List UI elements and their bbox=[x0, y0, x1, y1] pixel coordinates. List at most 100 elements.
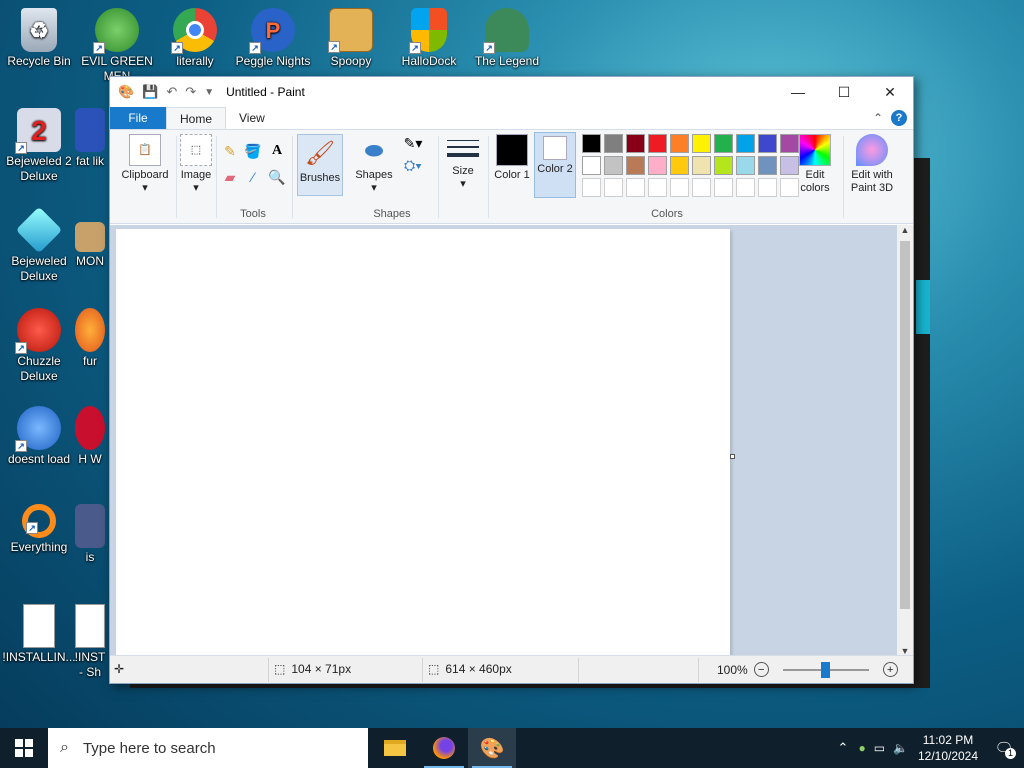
palette-swatch[interactable] bbox=[582, 134, 601, 153]
palette-swatch[interactable] bbox=[648, 134, 667, 153]
zoom-in-button[interactable]: + bbox=[882, 662, 898, 677]
shapes-button[interactable]: ⬬ Shapes ▾ bbox=[350, 134, 398, 195]
palette-custom-slot[interactable] bbox=[692, 178, 711, 197]
color-picker-icon[interactable]: ⁄ bbox=[244, 168, 262, 186]
start-button[interactable] bbox=[0, 728, 48, 768]
help-icon[interactable]: ? bbox=[891, 110, 907, 126]
color2-button[interactable]: Color 2 bbox=[534, 132, 576, 198]
title-bar[interactable]: 🎨 💾 ↶ ↷ ▼ Untitled - Paint — ☐ ✕ bbox=[110, 77, 913, 107]
volume-icon[interactable]: 🔈 bbox=[889, 741, 912, 755]
color1-button[interactable]: Color 1 bbox=[492, 134, 532, 182]
palette-swatch[interactable] bbox=[604, 156, 623, 175]
pencil-icon[interactable]: ✎ bbox=[221, 142, 239, 160]
show-hidden-icons[interactable]: ⌃ bbox=[832, 740, 855, 756]
people-icon[interactable]: ● bbox=[854, 741, 869, 755]
desktop-icon-is[interactable]: is bbox=[72, 504, 108, 565]
palette-swatch[interactable] bbox=[604, 134, 623, 153]
palette-swatch[interactable] bbox=[626, 156, 645, 175]
desktop-icon-fat-lik[interactable]: fat lik bbox=[72, 108, 108, 169]
palette-swatch[interactable] bbox=[758, 156, 777, 175]
fill-icon[interactable]: 🪣 bbox=[244, 142, 262, 160]
desktop-icon-installing[interactable]: !INSTALLIN... bbox=[0, 604, 78, 665]
palette-swatch[interactable] bbox=[692, 156, 711, 175]
taskbar-paint[interactable]: 🎨 bbox=[468, 728, 516, 768]
selection-size: 104 × 71px bbox=[291, 662, 352, 676]
palette-custom-slot[interactable] bbox=[648, 178, 667, 197]
size-button[interactable]: Size ▾ bbox=[440, 140, 486, 191]
desktop-icon-chuzzle[interactable]: ↗ Chuzzle Deluxe bbox=[0, 308, 78, 384]
palette-swatch[interactable] bbox=[714, 156, 733, 175]
collapse-ribbon-icon[interactable]: ⌃ bbox=[873, 111, 883, 125]
image-button[interactable]: ⬚ Image ▾ bbox=[178, 134, 214, 195]
desktop-icon-hallodock[interactable]: ↗ HalloDock bbox=[390, 8, 468, 69]
outline-icon[interactable]: ✎▾ bbox=[400, 134, 426, 152]
edit-with-paint3d-button[interactable]: Edit with Paint 3D bbox=[846, 134, 898, 195]
taskbar-firefox[interactable] bbox=[420, 728, 468, 768]
scroll-thumb[interactable] bbox=[900, 241, 910, 609]
palette-swatch[interactable] bbox=[692, 134, 711, 153]
desktop-icon-inst-sh[interactable]: !INST - Sh bbox=[72, 604, 108, 680]
desktop-icon-recycle-bin[interactable]: ♻ Recycle Bin bbox=[0, 8, 78, 69]
taskbar-file-explorer[interactable] bbox=[371, 728, 419, 768]
desktop-icon-bejeweled-deluxe[interactable]: Bejeweled Deluxe bbox=[0, 206, 78, 284]
undo-icon[interactable]: ↶ bbox=[166, 84, 177, 100]
brushes-button[interactable]: 🖌 Brushes bbox=[297, 134, 343, 196]
palette-custom-slot[interactable] bbox=[626, 178, 645, 197]
notifications-button[interactable]: 🗨 1 bbox=[984, 739, 1024, 759]
zoom-slider-thumb[interactable] bbox=[820, 661, 830, 678]
text-icon[interactable]: A bbox=[268, 142, 286, 160]
magnifier-icon[interactable]: 🔍 bbox=[268, 168, 286, 186]
desktop-icon-everything[interactable]: ↗ Everything bbox=[0, 504, 78, 555]
tab-view[interactable]: View bbox=[226, 107, 278, 129]
maximize-button[interactable]: ☐ bbox=[821, 77, 867, 107]
resize-handle-right[interactable] bbox=[730, 454, 735, 459]
clipboard-button[interactable]: 📋 Clipboard ▾ bbox=[118, 134, 172, 195]
desktop-icon-mon[interactable]: MON bbox=[72, 222, 108, 269]
desktop-icon-spoopy[interactable]: ↗ Spoopy bbox=[312, 8, 390, 69]
tab-home[interactable]: Home bbox=[166, 107, 227, 129]
drawing-canvas[interactable] bbox=[116, 229, 730, 657]
desktop-icon-fur[interactable]: fur bbox=[72, 308, 108, 369]
minimize-button[interactable]: — bbox=[775, 77, 821, 107]
save-icon[interactable]: 💾 bbox=[142, 84, 158, 100]
fill-shape-icon[interactable]: ⛭▾ bbox=[400, 156, 426, 174]
palette-swatch[interactable] bbox=[626, 134, 645, 153]
desktop-icon-peggle-nights[interactable]: P ↗ Peggle Nights bbox=[234, 8, 312, 69]
zoom-out-button[interactable]: − bbox=[753, 662, 769, 677]
palette-swatch[interactable] bbox=[582, 156, 601, 175]
palette-swatch[interactable] bbox=[736, 134, 755, 153]
palette-swatch[interactable] bbox=[670, 134, 689, 153]
eraser-icon[interactable]: ▰ bbox=[221, 168, 239, 186]
desktop-icon-literally[interactable]: ↗ literally bbox=[156, 8, 234, 69]
tab-file[interactable]: File bbox=[110, 107, 166, 129]
palette-custom-slot[interactable] bbox=[714, 178, 733, 197]
palette-swatch[interactable] bbox=[736, 156, 755, 175]
peggle-icon: P ↗ bbox=[249, 8, 295, 54]
desktop-icon-evil-green-men[interactable]: ↗ EVIL GREEN MEN bbox=[78, 8, 156, 84]
palette-swatch[interactable] bbox=[758, 134, 777, 153]
close-button[interactable]: ✕ bbox=[867, 77, 913, 107]
edit-colors-button[interactable]: Edit colors bbox=[790, 134, 840, 195]
desktop-icon-the-legend[interactable]: ↗ The Legend bbox=[468, 8, 546, 69]
scroll-up-icon[interactable]: ▲ bbox=[897, 225, 913, 235]
palette-swatch[interactable] bbox=[648, 156, 667, 175]
customize-qat-icon[interactable]: ▼ bbox=[204, 87, 214, 98]
palette-custom-slot[interactable] bbox=[604, 178, 623, 197]
palette-custom-slot[interactable] bbox=[758, 178, 777, 197]
palette-custom-slot[interactable] bbox=[736, 178, 755, 197]
network-icon[interactable]: ▭ bbox=[870, 741, 889, 755]
image-group: ⬚ Image ▾ bbox=[178, 134, 214, 220]
search-box[interactable]: ⌕ Type here to search bbox=[48, 728, 368, 768]
chrome-icon: ↗ bbox=[171, 8, 217, 54]
zoom-slider[interactable] bbox=[782, 661, 869, 678]
palette-custom-slot[interactable] bbox=[582, 178, 601, 197]
palette-custom-slot[interactable] bbox=[670, 178, 689, 197]
palette-swatch[interactable] bbox=[670, 156, 689, 175]
redo-icon[interactable]: ↷ bbox=[185, 84, 196, 100]
desktop-icon-bejeweled-2[interactable]: 2 ↗ Bejeweled 2 Deluxe bbox=[0, 108, 78, 184]
desktop-icon-hw[interactable]: H W bbox=[72, 406, 108, 467]
palette-swatch[interactable] bbox=[714, 134, 733, 153]
desktop-icon-doesnt-load[interactable]: ↗ doesnt load bbox=[0, 406, 78, 467]
vertical-scrollbar[interactable]: ▲ ▼ bbox=[897, 225, 913, 656]
clock[interactable]: 11:02 PM 12/10/2024 bbox=[912, 732, 984, 764]
